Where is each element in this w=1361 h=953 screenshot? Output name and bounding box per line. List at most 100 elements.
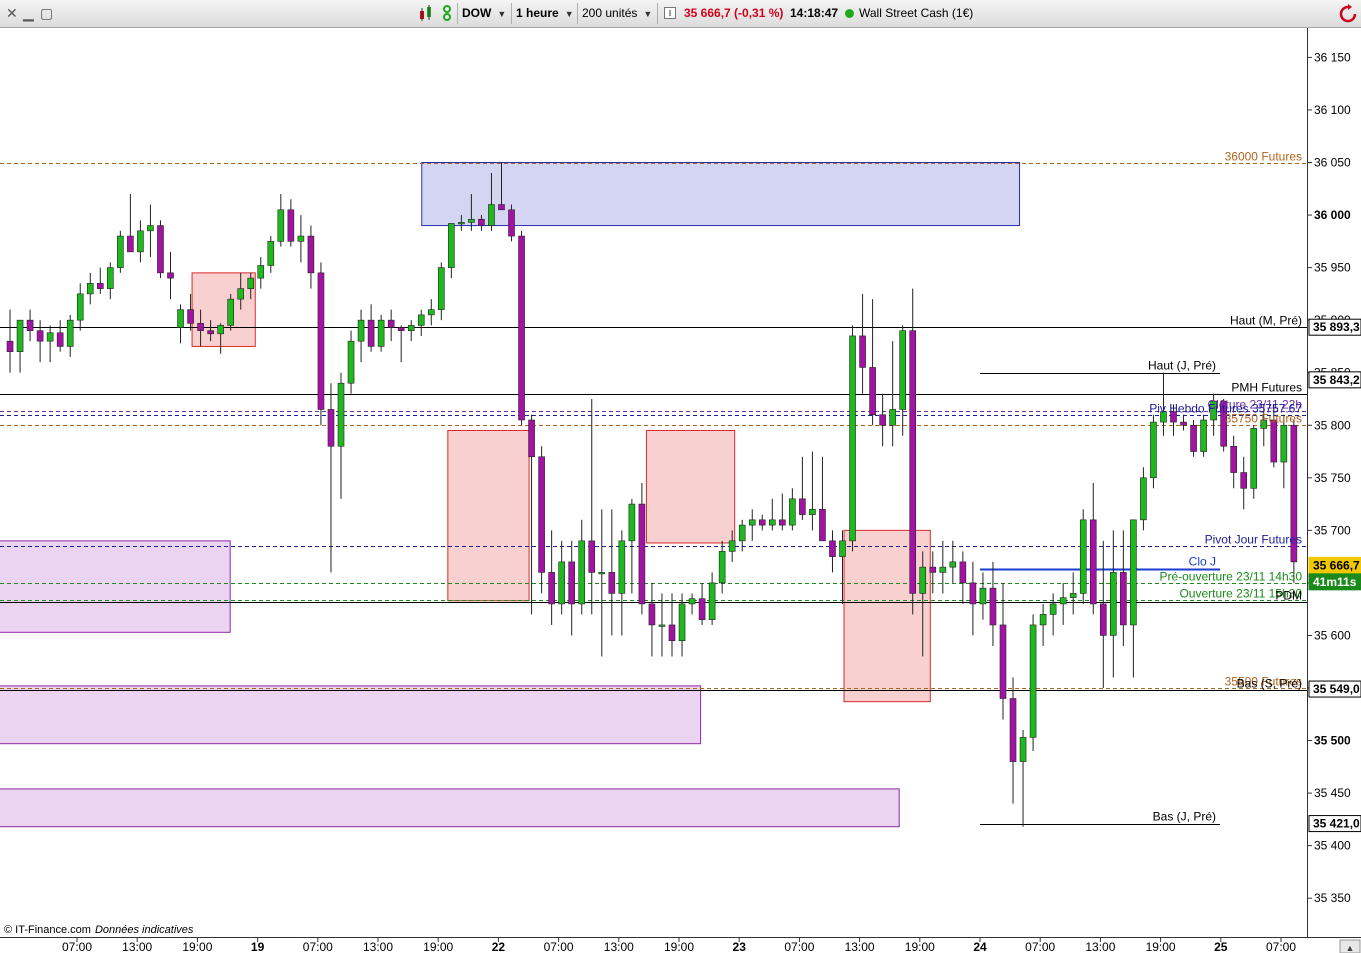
bear-candle-body <box>969 582 977 605</box>
bull-candle-body <box>1110 572 1117 636</box>
x-tick-label: 22 <box>492 940 506 953</box>
price-label: 35 421,0 <box>1308 815 1361 833</box>
candle <box>768 498 776 531</box>
close-icon[interactable]: ✕ <box>6 6 18 20</box>
bear-candle-body <box>638 503 646 605</box>
bear-candle-body <box>287 209 295 242</box>
units-selector[interactable]: 200 unités ▼ <box>582 0 652 27</box>
price-label-text: 35 549,0 <box>1313 682 1360 696</box>
bear-candle-body <box>758 519 766 526</box>
candle <box>989 561 997 646</box>
candle <box>96 267 104 294</box>
price-label: 35 843,2 <box>1308 371 1361 389</box>
candle <box>1059 582 1067 625</box>
candle <box>538 446 545 594</box>
bull-candle-body <box>1049 603 1057 615</box>
candle <box>548 530 555 625</box>
bear-candle-body <box>26 319 34 331</box>
bull-candle-body <box>448 223 455 268</box>
candle <box>779 493 786 531</box>
candle <box>117 230 124 273</box>
candle <box>518 230 525 426</box>
candle <box>819 456 826 542</box>
candle <box>708 572 716 625</box>
bull-candle-body <box>919 566 927 594</box>
chart-type-icon[interactable] <box>440 0 454 27</box>
status-dot-icon <box>845 9 854 18</box>
bear-candle-body <box>999 624 1007 699</box>
bull-candle-body <box>1059 597 1067 605</box>
bear-candle-body <box>167 272 174 279</box>
candle <box>809 451 816 531</box>
minimize-icon[interactable]: ▁ <box>23 6 34 20</box>
bull-candle-body <box>427 309 435 316</box>
candle <box>367 304 375 352</box>
bull-candle-body <box>277 209 285 242</box>
candle <box>377 314 385 352</box>
units-label: 200 unités <box>582 6 638 20</box>
price-label: 35 549,0 <box>1308 680 1361 698</box>
bull-candle-body <box>598 572 606 575</box>
candle <box>147 204 154 258</box>
candle <box>76 283 84 331</box>
candle <box>1039 603 1047 646</box>
candle <box>1049 593 1057 636</box>
candle <box>638 483 646 615</box>
candle <box>1280 414 1288 489</box>
x-tick-label: 25 <box>1214 940 1228 953</box>
bear-candle-body <box>879 414 886 426</box>
candle <box>508 204 515 242</box>
short-level-label: Haut (J, Pré) <box>1148 359 1216 373</box>
bull-candle-body <box>628 503 636 542</box>
bull-candle-body <box>16 319 24 352</box>
info-icon[interactable] <box>664 0 676 27</box>
candles-icon[interactable] <box>418 0 436 27</box>
price-label: 35 666,7 <box>1308 556 1361 574</box>
level-label: PMH Futures <box>1231 381 1302 395</box>
candle <box>789 488 796 531</box>
x-tick-label: 07:00 <box>1025 940 1055 953</box>
x-tick-label: 13:00 <box>845 940 875 953</box>
bear-candle-body <box>959 561 967 584</box>
candle <box>829 530 836 573</box>
bull-candle-body <box>107 267 114 289</box>
bear-candle-body <box>859 335 866 368</box>
symbol-label: DOW <box>462 6 492 20</box>
y-tick-label: 35 600 <box>1314 628 1351 642</box>
bull-candle-body <box>728 540 736 552</box>
candle <box>1140 467 1147 531</box>
chevron-down-icon: ▼ <box>497 9 507 19</box>
bull-candle-body <box>1069 593 1077 598</box>
candle <box>969 561 977 636</box>
bull-candle-body <box>849 335 856 542</box>
bull-candle-body <box>458 222 465 225</box>
price-label-text: 41m11s <box>1313 575 1357 589</box>
y-tick-label: 36 050 <box>1314 156 1351 170</box>
candle <box>1230 435 1237 489</box>
scroll-handle[interactable]: ▲ <box>1339 939 1361 953</box>
maximize-icon[interactable]: ▢ <box>40 6 53 20</box>
y-tick-label: 35 950 <box>1314 261 1351 275</box>
candle <box>618 530 626 636</box>
time-axis: 07:00 13:00 19:00 19 07:00 13:00 19:00 22 07:00 1… <box>62 937 1296 953</box>
x-tick-label: 19:00 <box>182 940 212 953</box>
bear-candle-body <box>1120 572 1127 626</box>
x-tick-label: 19 <box>251 940 265 953</box>
bull-candle-body <box>137 230 144 253</box>
bear-candle-body <box>568 561 576 605</box>
candle <box>1120 530 1127 646</box>
bull-candle-body <box>949 561 957 568</box>
toolbar: ✕ ▁ ▢ DOW ▼ 1 heure ▼ 200 unités ▼ 35 666,7… <box>0 0 1361 28</box>
x-tick-label: 19:00 <box>423 940 453 953</box>
candle <box>1190 419 1197 457</box>
bull-candle-body <box>748 519 756 526</box>
candle <box>16 319 24 373</box>
symbol-selector[interactable]: DOW ▼ <box>462 0 506 27</box>
refresh-icon[interactable] <box>1338 0 1358 27</box>
timeframe-selector[interactable]: 1 heure ▼ <box>516 0 574 27</box>
short-level-label: Clo J <box>1189 555 1216 569</box>
timeframe-label: 1 heure <box>516 6 559 20</box>
candle <box>417 309 425 336</box>
y-tick-label: 35 700 <box>1314 523 1351 537</box>
candle <box>337 372 345 499</box>
